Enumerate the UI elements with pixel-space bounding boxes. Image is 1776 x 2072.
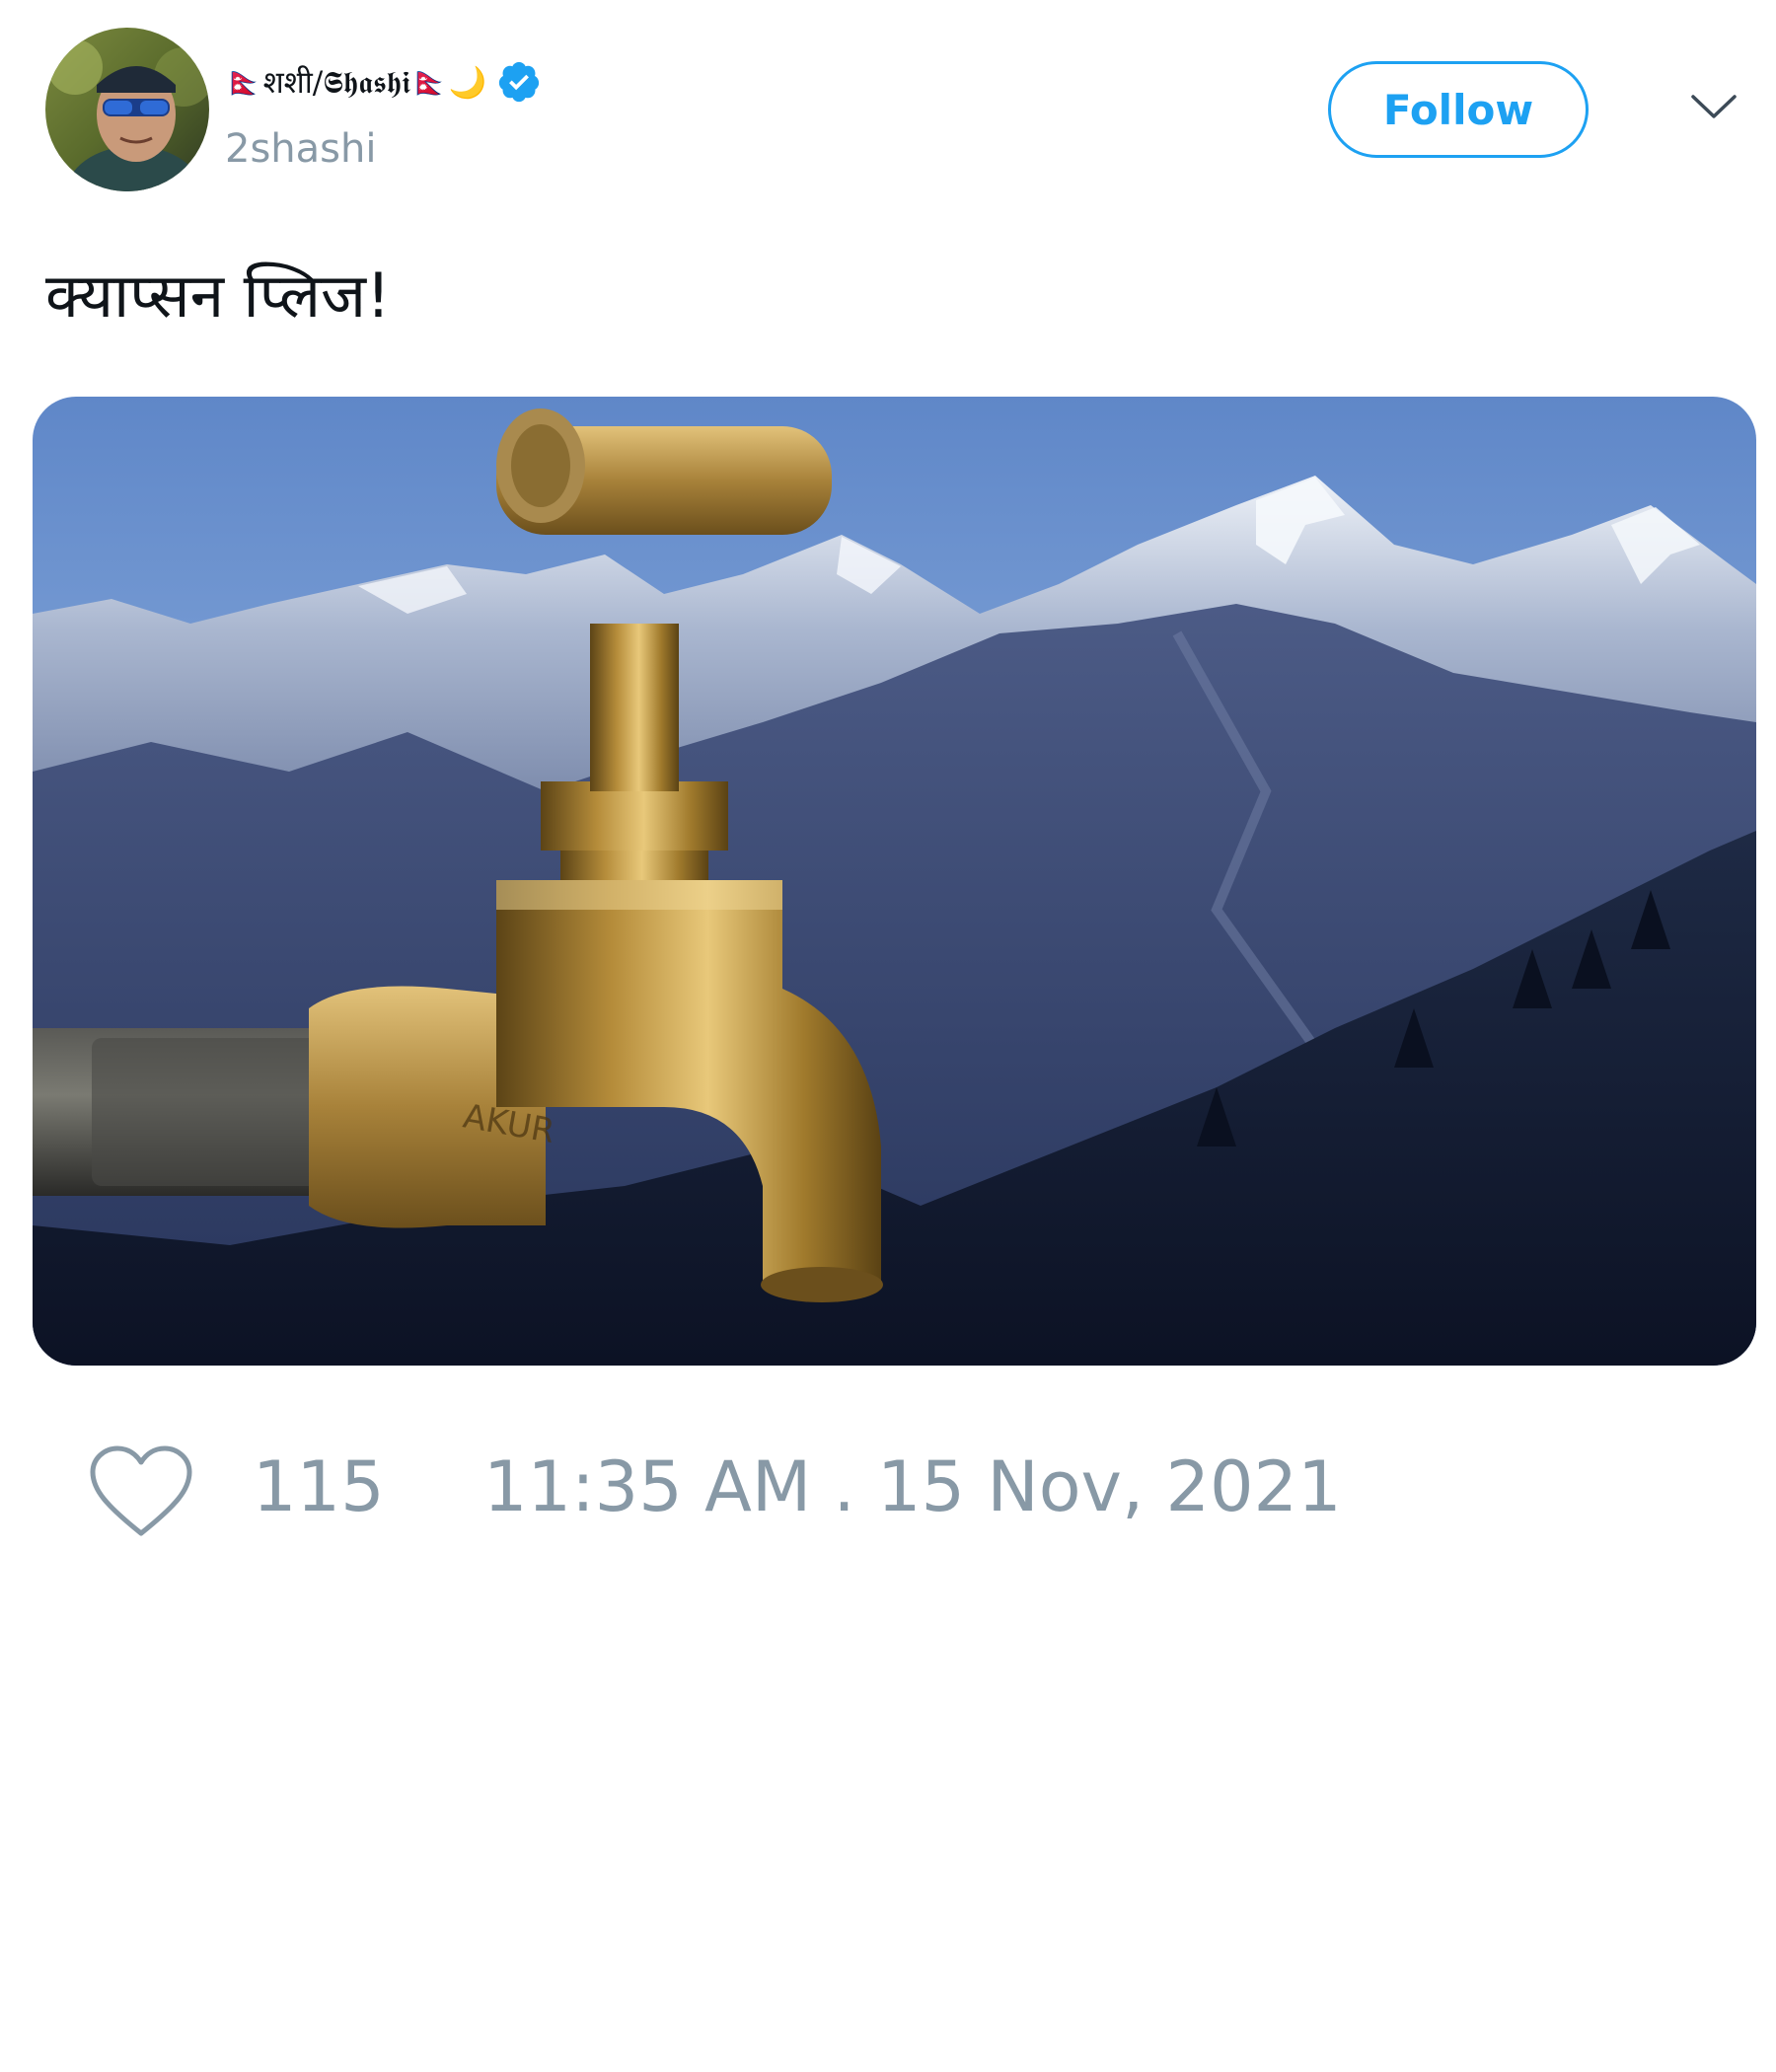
heart-icon[interactable]: [87, 1443, 195, 1541]
avatar[interactable]: [45, 28, 209, 191]
like-count: 115: [253, 1446, 385, 1527]
tweet-header: 🇳🇵शशी/𝕾𝖍𝖆𝖘𝖍𝖎🇳🇵🌙 2shashi Follow: [0, 0, 1776, 197]
display-name-text: 🇳🇵शशी/𝕾𝖍𝖆𝖘𝖍𝖎🇳🇵🌙: [225, 65, 487, 101]
chevron-down-icon[interactable]: [1689, 87, 1739, 126]
tweet-text: क्याप्सन प्लिज!: [45, 259, 391, 332]
tweet-image[interactable]: AKUR: [33, 397, 1756, 1366]
verified-badge-icon: [496, 59, 542, 105]
handle[interactable]: 2shashi: [225, 126, 376, 172]
timestamp[interactable]: 11:35 AM . 15 Nov, 2021: [483, 1446, 1342, 1527]
follow-button[interactable]: Follow: [1328, 61, 1589, 158]
display-name[interactable]: 🇳🇵शशी/𝕾𝖍𝖆𝖘𝖍𝖎🇳🇵🌙: [225, 59, 542, 105]
